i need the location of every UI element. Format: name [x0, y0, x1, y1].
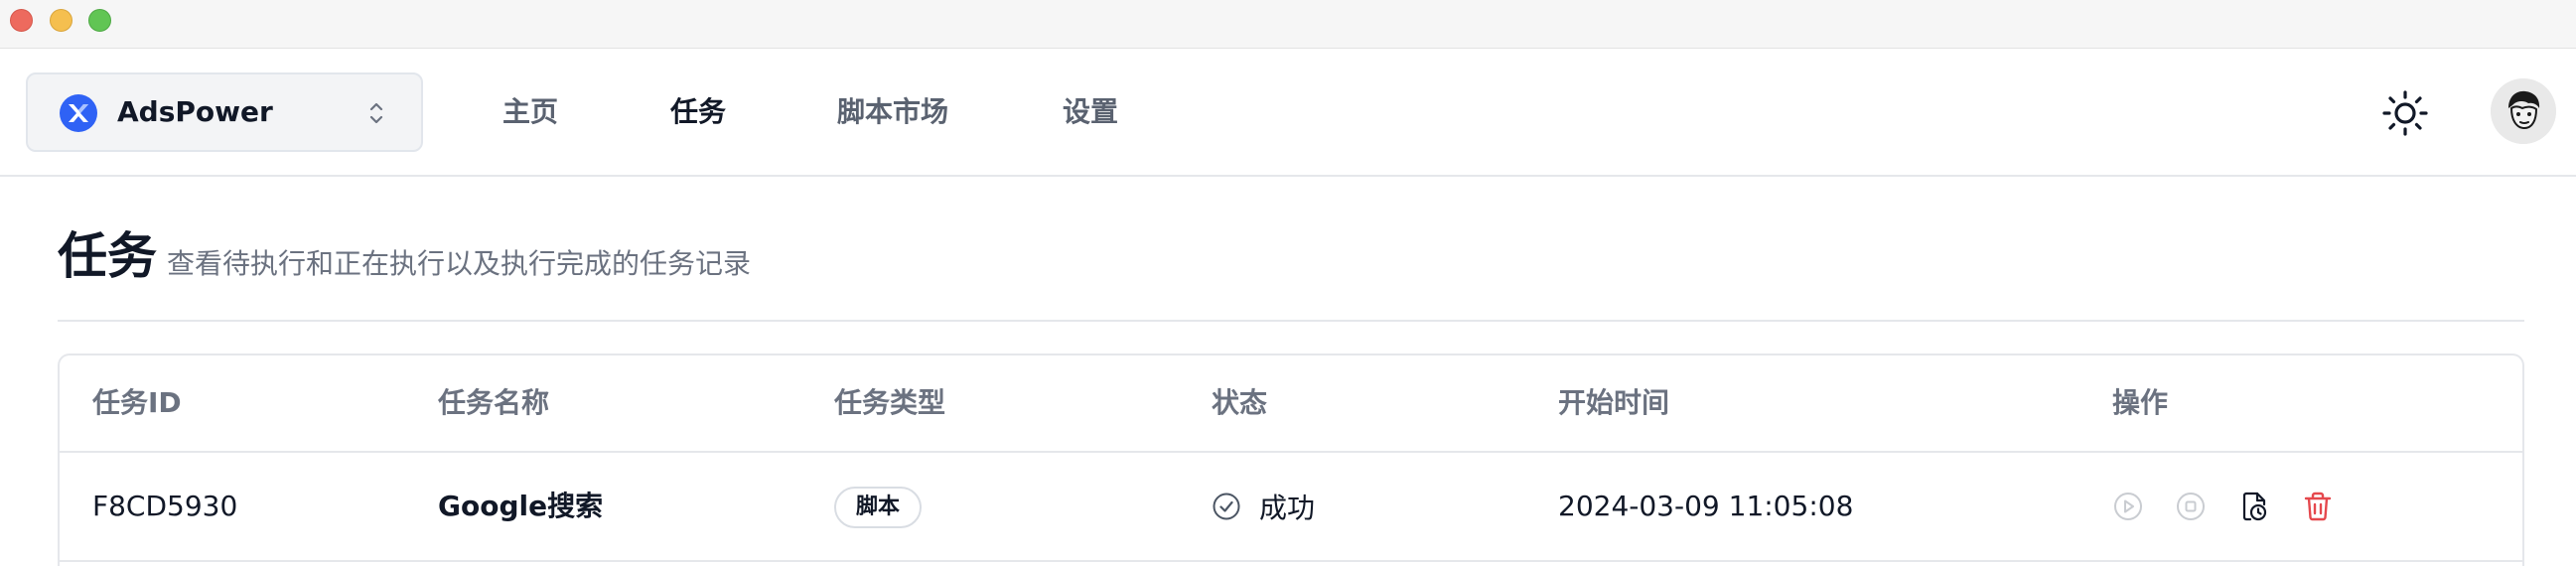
status-text: 成功: [1259, 492, 1316, 524]
trash-icon[interactable]: [2302, 491, 2334, 522]
check-circle-icon: [1213, 493, 1240, 520]
column-header-task-name: 任务名称: [438, 386, 550, 419]
nav-tasks[interactable]: 任务: [670, 50, 726, 177]
play-icon[interactable]: [2112, 491, 2144, 522]
adspower-logo-icon: [60, 94, 97, 132]
page-subtitle: 查看待执行和正在执行以及执行完成的任务记录: [167, 247, 752, 280]
close-window-button[interactable]: [10, 9, 33, 32]
chevron-up-down-icon: [369, 102, 383, 124]
workspace-name: AdsPower: [117, 95, 273, 128]
column-header-status: 状态: [1212, 386, 1268, 419]
task-name-cell: Google搜索: [438, 490, 604, 522]
nav-home[interactable]: 主页: [502, 50, 558, 177]
column-header-start-time: 开始时间: [1558, 386, 1670, 419]
sun-icon[interactable]: [2381, 89, 2429, 137]
tasks-table: 任务ID 任务名称 任务类型 状态 开始时间 操作 F8CD5930 Googl…: [58, 354, 2524, 566]
zoom-window-button[interactable]: [88, 9, 111, 32]
column-header-task-type: 任务类型: [834, 386, 946, 419]
divider: [58, 320, 2524, 322]
file-clock-icon[interactable]: [2238, 491, 2270, 522]
stop-icon[interactable]: [2175, 491, 2207, 522]
column-header-actions: 操作: [2112, 386, 2169, 419]
nav-settings[interactable]: 设置: [1063, 50, 1118, 177]
minimize-window-button[interactable]: [50, 9, 72, 32]
page-title: 任务: [58, 227, 157, 285]
app-header: AdsPower 主页 任务 脚本市场 设置: [0, 50, 2576, 177]
avatar-icon[interactable]: [2491, 78, 2556, 144]
workspace-switcher[interactable]: AdsPower: [26, 72, 423, 152]
window-titlebar: [0, 0, 2576, 49]
table-row: F8CD5930 Google搜索 脚本 成功 2024-03-09 11:05…: [60, 453, 2522, 562]
table-header-row: 任务ID 任务名称 任务类型 状态 开始时间 操作: [60, 355, 2522, 453]
task-type-badge: 脚本: [834, 487, 923, 528]
status-cell: 成功: [1212, 453, 1315, 560]
nav-script-market[interactable]: 脚本市场: [837, 50, 948, 177]
start-time-cell: 2024-03-09 11:05:08: [1558, 490, 1854, 522]
column-header-task-id: 任务ID: [92, 386, 182, 419]
task-id-cell: F8CD5930: [92, 490, 238, 522]
